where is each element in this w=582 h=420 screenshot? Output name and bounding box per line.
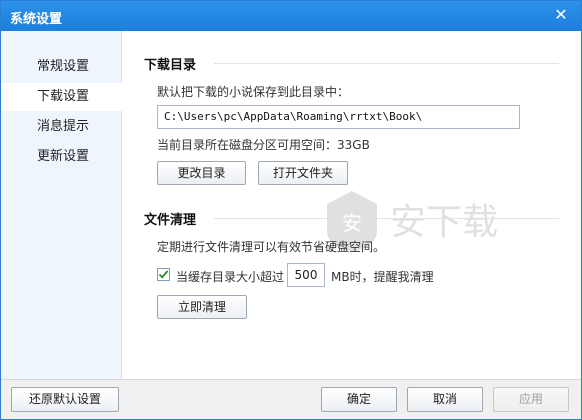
- cleanup-description: 定期进行文件清理可以有效节省硬盘空间。: [157, 240, 386, 254]
- cache-limit-label: 当缓存目录大小超过: [176, 270, 285, 284]
- title-bar[interactable]: 系统设置 ✕: [1, 1, 581, 31]
- section-divider: [214, 218, 559, 219]
- free-space-text: 当前目录所在磁盘分区可用空间：33GB: [157, 138, 370, 152]
- sidebar: 常规设置 下载设置 消息提示 更新设置: [1, 31, 122, 379]
- open-folder-button[interactable]: 打开文件夹: [258, 161, 348, 185]
- download-path-field[interactable]: C:\Users\pc\AppData\Roaming\rrtxt\Book\: [157, 105, 520, 129]
- section-divider: [214, 63, 559, 64]
- download-section-title: 下载目录: [144, 58, 197, 73]
- svg-text:安: 安: [342, 211, 362, 235]
- close-icon[interactable]: ✕: [551, 5, 571, 25]
- ok-button[interactable]: 确定: [321, 387, 397, 412]
- restore-defaults-button[interactable]: 还原默认设置: [11, 387, 119, 412]
- cleanup-section-title: 文件清理: [144, 213, 197, 228]
- sidebar-item-updates[interactable]: 更新设置: [1, 143, 121, 171]
- sidebar-item-download[interactable]: 下载设置: [1, 83, 122, 111]
- cache-size-suffix: MB时，提醒我清理: [331, 270, 434, 284]
- settings-window: 系统设置 ✕ 常规设置 下载设置 消息提示 更新设置 下载目录 默认把下载的小说…: [0, 0, 582, 420]
- clean-now-button[interactable]: 立即清理: [157, 295, 247, 319]
- cache-size-input[interactable]: 500: [287, 263, 325, 287]
- dialog-footer: 还原默认设置 确定 取消 应用: [1, 379, 581, 419]
- window-title: 系统设置: [10, 12, 63, 27]
- cancel-button[interactable]: 取消: [407, 387, 483, 412]
- download-description: 默认把下载的小说保存到此目录中：: [157, 85, 350, 99]
- cache-limit-checkbox[interactable]: [157, 268, 170, 281]
- watermark-text: 安下载: [390, 202, 498, 243]
- sidebar-item-notifications[interactable]: 消息提示: [1, 113, 121, 141]
- sidebar-item-general[interactable]: 常规设置: [1, 53, 121, 81]
- settings-panel: 下载目录 默认把下载的小说保存到此目录中： C:\Users\pc\AppDat…: [122, 31, 581, 379]
- change-directory-button[interactable]: 更改目录: [157, 161, 246, 185]
- checkmark-icon: [158, 270, 169, 279]
- apply-button[interactable]: 应用: [493, 387, 569, 412]
